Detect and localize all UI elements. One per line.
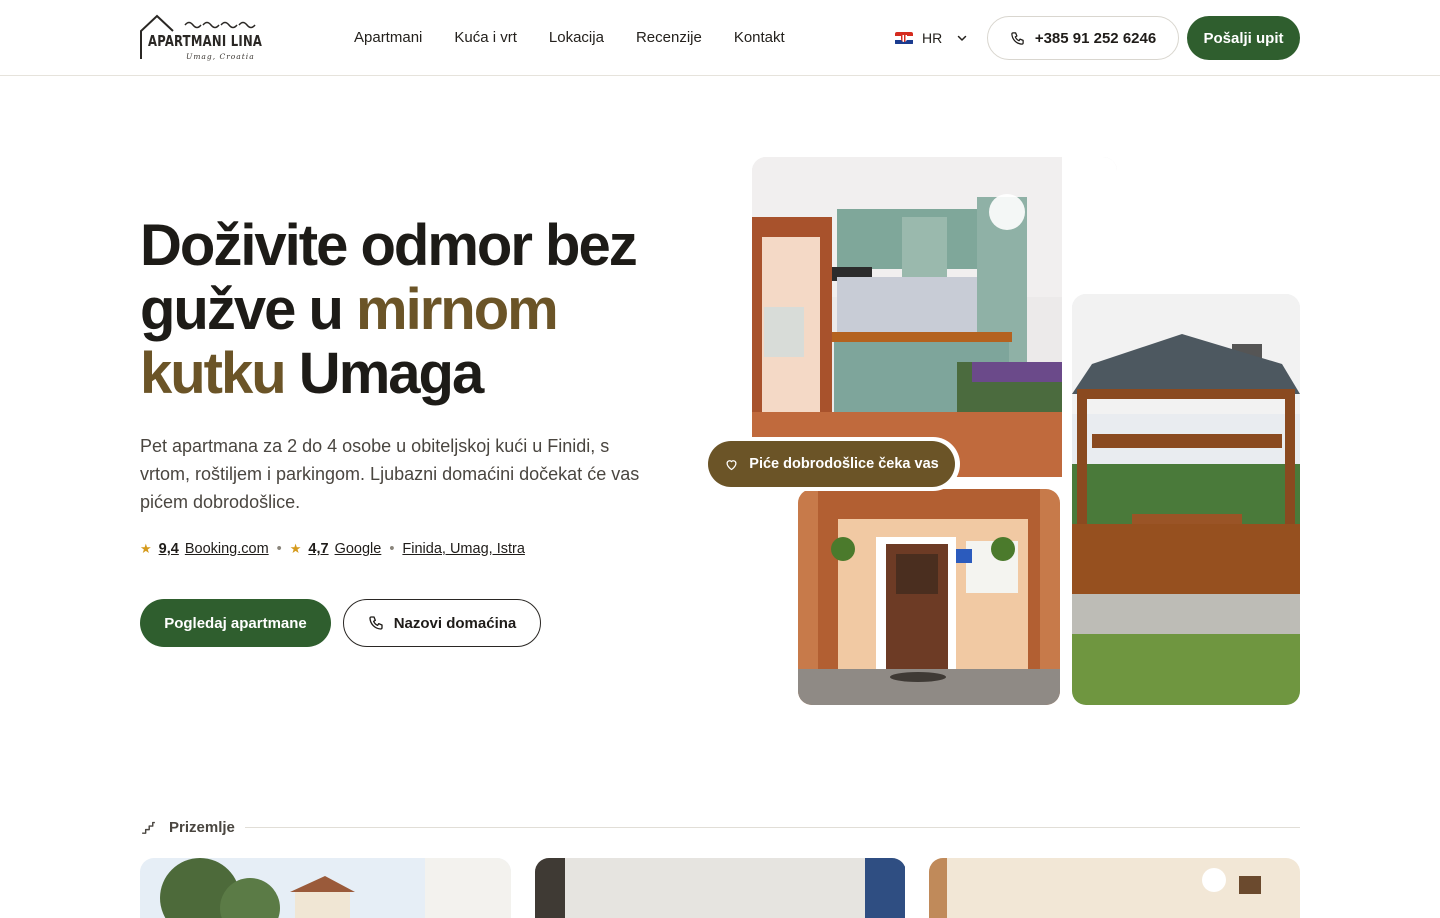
header-phone-number: +385 91 252 6246 [1034,29,1157,47]
chevron-down-icon [957,35,967,41]
welcome-badge-label: Piće dobrodošlice čeka vas [749,456,939,472]
hero-title-part2: Umaga [284,341,484,406]
hero-title: Doživite odmor bez gužve u mirnom kutku … [140,214,700,406]
nav-item-lokacija[interactable]: Lokacija [549,28,604,48]
brand-name: APARTMANI LINA [148,32,263,50]
google-link[interactable]: Google [335,541,382,557]
stairs-icon [142,821,155,834]
language-selector[interactable]: HR [895,28,968,48]
ratings-row: ★ 9,4 Booking.com • ★ 4,7 Google • Finid… [140,541,525,557]
main-nav: Apartmani Kuća i vrt Lokacija Recenzije … [354,28,817,48]
phone-icon [369,616,383,630]
brand-logo[interactable]: APARTMANI LINA Umag, Croatia [140,13,264,63]
nav-item-apartmani[interactable]: Apartmani [354,28,422,48]
booking-score[interactable]: 9,4 [159,541,179,557]
kitchen-photo[interactable] [752,157,1117,477]
nav-item-kuca-i-vrt[interactable]: Kuća i vrt [454,28,517,48]
separator-dot: • [389,541,395,557]
booking-link[interactable]: Booking.com [185,541,269,557]
apartment-card-photo[interactable] [929,858,1300,918]
apartment-card-photo[interactable] [535,858,906,918]
section-heading: Prizemlje [140,817,1300,837]
section-divider [244,826,1300,828]
location-link[interactable]: Finida, Umag, Istra [402,541,525,557]
welcome-drink-badge: Piće dobrodošlice čeka vas [708,441,955,487]
heart-icon [726,459,737,470]
star-icon: ★ [140,541,152,556]
entrance-photo[interactable] [798,489,1060,705]
call-host-button[interactable]: Nazovi domaćina [343,599,541,647]
section-label: Prizemlje [169,818,235,836]
view-apartments-button[interactable]: Pogledaj apartmane [140,599,331,647]
phone-icon [1011,31,1024,45]
separator-dot: • [276,541,282,557]
nav-item-recenzije[interactable]: Recenzije [636,28,702,48]
send-inquiry-button[interactable]: Pošalji upit [1187,16,1300,60]
gazebo-photo[interactable] [1072,294,1300,705]
croatia-flag-icon [895,31,913,45]
language-label: HR [922,30,943,46]
nav-item-kontakt[interactable]: Kontakt [734,28,785,48]
apartment-card-photo[interactable] [140,858,511,918]
hero-description: Pet apartmana za 2 do 4 osobe u obiteljs… [140,436,640,512]
google-score[interactable]: 4,7 [308,541,328,557]
brand-tagline: Umag, Croatia [186,52,255,61]
call-host-label: Nazovi domaćina [393,614,517,632]
star-icon: ★ [289,541,302,556]
header-phone-button[interactable]: +385 91 252 6246 [987,16,1179,60]
site-header: APARTMANI LINA Umag, Croatia Apartmani K… [0,0,1440,76]
